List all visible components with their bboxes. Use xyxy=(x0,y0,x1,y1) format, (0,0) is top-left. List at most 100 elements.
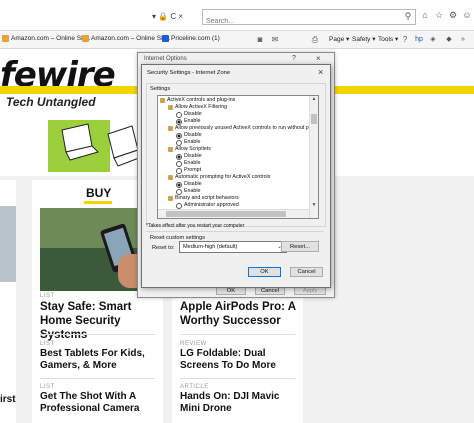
security-settings-dialog: Security Settings - Internet Zone × Sett… xyxy=(141,64,331,288)
settings-node-icon xyxy=(168,147,173,152)
setting-radio-option[interactable]: Enable xyxy=(176,160,201,167)
hp-icon[interactable]: hp xyxy=(414,35,424,45)
setting-item[interactable]: Allow previously unused ActiveX controls… xyxy=(168,125,318,132)
favorites-bar: Amazon.com – Online Sh... Amazon.com – O… xyxy=(0,31,474,49)
help-icon[interactable]: ? xyxy=(400,35,410,45)
cancel-button[interactable]: Cancel xyxy=(290,267,323,277)
favorite-link-amazon-1[interactable]: Amazon.com – Online Sh... xyxy=(2,35,90,42)
setting-label: Prompt xyxy=(184,167,202,173)
settings-node-icon xyxy=(168,126,173,131)
setting-item[interactable]: Binary and script behaviors xyxy=(168,195,239,202)
setting-radio-option[interactable]: Administrator approved xyxy=(176,202,239,209)
setting-item[interactable]: Allow ActiveX Filtering xyxy=(168,104,227,111)
article-kicker: LIST xyxy=(40,341,55,347)
section-heading-buy[interactable]: BUY xyxy=(86,186,111,200)
divider xyxy=(180,378,295,379)
setting-label: Automatic prompting for ActiveX controls xyxy=(175,174,271,180)
section-underline xyxy=(84,201,112,204)
article-kicker: ARTICLE xyxy=(180,384,209,390)
radio-button[interactable] xyxy=(176,181,182,188)
radio-button[interactable] xyxy=(176,139,182,146)
overflow-icon[interactable]: » xyxy=(458,35,468,45)
partial-card-image xyxy=(0,206,16,282)
amazon-favicon-icon xyxy=(2,35,9,42)
divider xyxy=(40,334,155,335)
rss-feed-icon[interactable]: ◙ xyxy=(255,35,265,45)
setting-label: Administrator approved xyxy=(184,202,239,208)
address-controls[interactable]: ▾ 🔒 C × xyxy=(152,12,183,21)
extension-icon[interactable]: ◈ xyxy=(428,35,438,45)
settings-label: Settings xyxy=(150,86,171,92)
home-icon[interactable]: ⌂ xyxy=(420,10,430,20)
favorite-link-amazon-2[interactable]: Amazon.com – Online Sh... xyxy=(82,35,170,42)
settings-tree-list[interactable]: ActiveX controls and plug-ins Allow Activ… xyxy=(157,95,319,219)
tools-menu[interactable]: Tools ▾ xyxy=(378,35,398,43)
close-icon[interactable]: × xyxy=(316,54,321,63)
setting-label: Disable xyxy=(184,111,202,117)
reset-button[interactable]: Reset... xyxy=(281,241,319,252)
smiley-feedback-icon[interactable]: ☺ xyxy=(462,10,472,20)
radio-button[interactable] xyxy=(176,132,182,139)
radio-button[interactable] xyxy=(176,167,182,174)
setting-group[interactable]: ActiveX controls and plug-ins xyxy=(160,97,235,104)
radio-button[interactable] xyxy=(176,153,182,160)
amazon-favicon-icon xyxy=(82,35,89,42)
reset-level-dropdown[interactable]: Medium-high (default) ⌄ xyxy=(179,241,287,253)
setting-radio-option[interactable]: Enable xyxy=(176,188,201,195)
scroll-up-icon[interactable]: ▲ xyxy=(311,96,317,102)
settings-node-icon xyxy=(168,105,173,110)
article-headline[interactable]: Apple AirPods Pro: A Worthy Successor xyxy=(180,300,300,328)
article-headline[interactable]: Hands On: DJI Mavic Mini Drone xyxy=(180,391,300,415)
address-bar: ▾ 🔒 C × ⚲ ⌂ ☆ ⚙ ☺ xyxy=(0,0,474,31)
setting-label: Disable xyxy=(184,181,202,187)
scrollbar-thumb[interactable] xyxy=(311,114,317,124)
article-kicker: LIST xyxy=(40,293,55,299)
radio-button[interactable] xyxy=(176,111,182,118)
setting-radio-option[interactable]: Disable xyxy=(176,153,202,160)
partial-headline[interactable]: irst xyxy=(0,394,16,406)
radio-button[interactable] xyxy=(176,118,182,125)
favorites-star-icon[interactable]: ☆ xyxy=(434,10,444,20)
article-headline[interactable]: Stay Safe: Smart Home Security Systems xyxy=(40,300,160,342)
search-input[interactable] xyxy=(203,14,389,29)
setting-radio-option[interactable]: Disable xyxy=(176,181,202,188)
setting-radio-option[interactable]: Disable xyxy=(176,132,202,139)
setting-item[interactable]: Automatic prompting for ActiveX controls xyxy=(168,174,270,181)
radio-button[interactable] xyxy=(176,188,182,195)
setting-label: Disable xyxy=(184,153,202,159)
help-icon[interactable]: ? xyxy=(292,55,296,62)
radio-button[interactable] xyxy=(176,202,182,209)
article-headline[interactable]: Best Tablets For Kids, Gamers, & More xyxy=(40,348,160,372)
setting-radio-option[interactable]: Enable xyxy=(176,139,201,146)
favorite-label: Priceline.com (1) xyxy=(171,35,220,42)
article-headline[interactable]: Get The Shot With A Professional Camera xyxy=(40,391,160,415)
vertical-scrollbar[interactable]: ▲ ▼ xyxy=(309,96,318,218)
scroll-down-icon[interactable]: ▼ xyxy=(311,202,317,208)
setting-label: ActiveX controls and plug-ins xyxy=(167,97,236,103)
print-icon[interactable]: ⎙ xyxy=(310,35,320,45)
ok-button[interactable]: OK xyxy=(248,267,281,277)
dialog-title: Internet Options xyxy=(144,56,187,62)
safety-menu[interactable]: Safety ▾ xyxy=(352,35,376,43)
favorite-link-priceline[interactable]: Priceline.com (1) xyxy=(162,35,220,42)
settings-node-icon xyxy=(168,175,173,180)
horizontal-scrollbar[interactable] xyxy=(158,209,309,218)
setting-item[interactable]: Allow Scriptlets xyxy=(168,146,211,153)
dialog-title: Security Settings - Internet Zone xyxy=(147,70,231,76)
radio-button[interactable] xyxy=(176,160,182,167)
search-box[interactable]: ⚲ xyxy=(202,9,416,29)
setting-radio-option[interactable]: Enable xyxy=(176,118,201,125)
setting-radio-option[interactable]: Disable xyxy=(176,111,202,118)
page-menu[interactable]: Page ▾ xyxy=(329,35,349,43)
article-headline[interactable]: LG Foldable: Dual Screens To Do More xyxy=(180,348,300,372)
partial-card-left: irst xyxy=(0,180,16,423)
extension-icon[interactable]: ◆ xyxy=(444,35,454,45)
setting-radio-option[interactable]: Prompt xyxy=(176,167,201,174)
laptop-illustration xyxy=(48,120,145,172)
close-icon[interactable]: × xyxy=(318,67,323,77)
read-mail-icon[interactable]: ✉ xyxy=(270,35,280,45)
scrollbar-thumb[interactable] xyxy=(166,211,286,217)
search-icon[interactable]: ⚲ xyxy=(403,11,413,21)
setting-label: Enable xyxy=(184,188,201,194)
settings-gear-icon[interactable]: ⚙ xyxy=(448,10,458,20)
